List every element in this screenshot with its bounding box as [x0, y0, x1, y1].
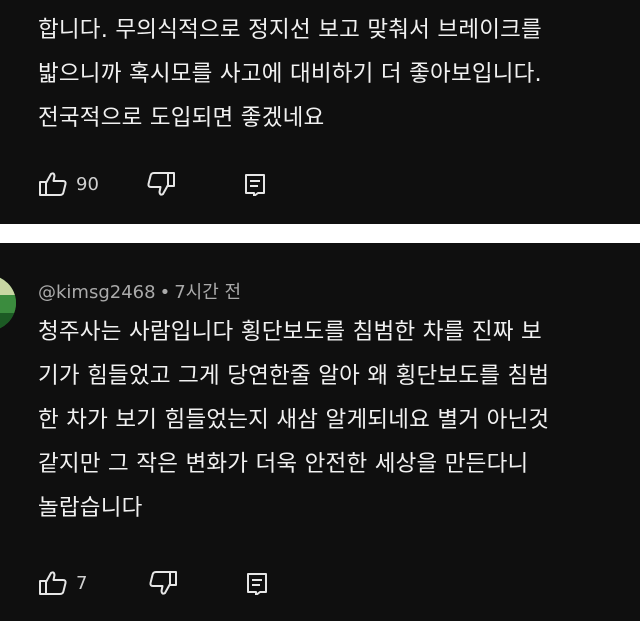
- comment-timestamp[interactable]: 7시간 전: [174, 282, 241, 303]
- comment-line: 같지만 그 작은 변화가 더욱 안전한 세상을 만든다니: [38, 451, 529, 477]
- reply-button[interactable]: [245, 568, 269, 598]
- dislike-button[interactable]: [146, 169, 176, 199]
- dislike-button[interactable]: [148, 568, 178, 598]
- comment-card: 합니다. 무의식적으로 정지선 보고 맞춰서 브레이크를 밟으니까 혹시모를 사…: [0, 0, 640, 224]
- comment-actions: 90: [38, 169, 338, 199]
- comment-text: 합니다. 무의식적으로 정지선 보고 맞춰서 브레이크를 밟으니까 혹시모를 사…: [38, 8, 630, 140]
- thumbs-up-icon: [39, 571, 67, 595]
- comment-header: @kimsg2468 • 7시간 전: [38, 278, 241, 304]
- comment-author[interactable]: @kimsg2468: [38, 282, 156, 303]
- like-count: 7: [76, 572, 88, 594]
- reply-icon: [245, 174, 265, 196]
- comment-line: 기가 힘들었고 그게 당연한줄 알아 왜 횡단보도를 침범: [38, 363, 550, 389]
- comment-line: 청주사는 사람입니다 횡단보도를 침범한 차를 진짜 보: [38, 319, 542, 345]
- comment-line: 놀랍습니다: [38, 495, 143, 521]
- comment-card: @kimsg2468 • 7시간 전 청주사는 사람입니다 횡단보도를 침범한 차를…: [0, 243, 640, 621]
- reply-button[interactable]: [243, 169, 267, 199]
- thumbs-down-icon: [149, 571, 177, 595]
- thumbs-down-icon: [147, 172, 175, 196]
- comment-line: 한 차가 보기 힘들었는지 새삼 알게되네요 별거 아닌것: [38, 407, 550, 433]
- comment-line: 밟으니까 혹시모를 사고에 대비하기 더 좋아보입니다.: [38, 61, 542, 87]
- comment-separator: [0, 224, 640, 243]
- like-count: 90: [76, 173, 99, 195]
- comment-actions: 7: [38, 568, 338, 598]
- reply-icon: [247, 573, 267, 595]
- comment-text: 청주사는 사람입니다 횡단보도를 침범한 차를 진짜 보 기가 힘들었고 그게 …: [38, 310, 630, 530]
- comment-line: 합니다. 무의식적으로 정지선 보고 맞춰서 브레이크를: [38, 17, 542, 43]
- thumbs-up-icon: [39, 172, 67, 196]
- meta-separator: •: [159, 282, 171, 303]
- comment-line: 전국적으로 도입되면 좋겠네요: [38, 105, 325, 131]
- avatar[interactable]: [0, 275, 16, 331]
- like-button[interactable]: 7: [38, 568, 87, 598]
- like-button[interactable]: 90: [38, 169, 99, 199]
